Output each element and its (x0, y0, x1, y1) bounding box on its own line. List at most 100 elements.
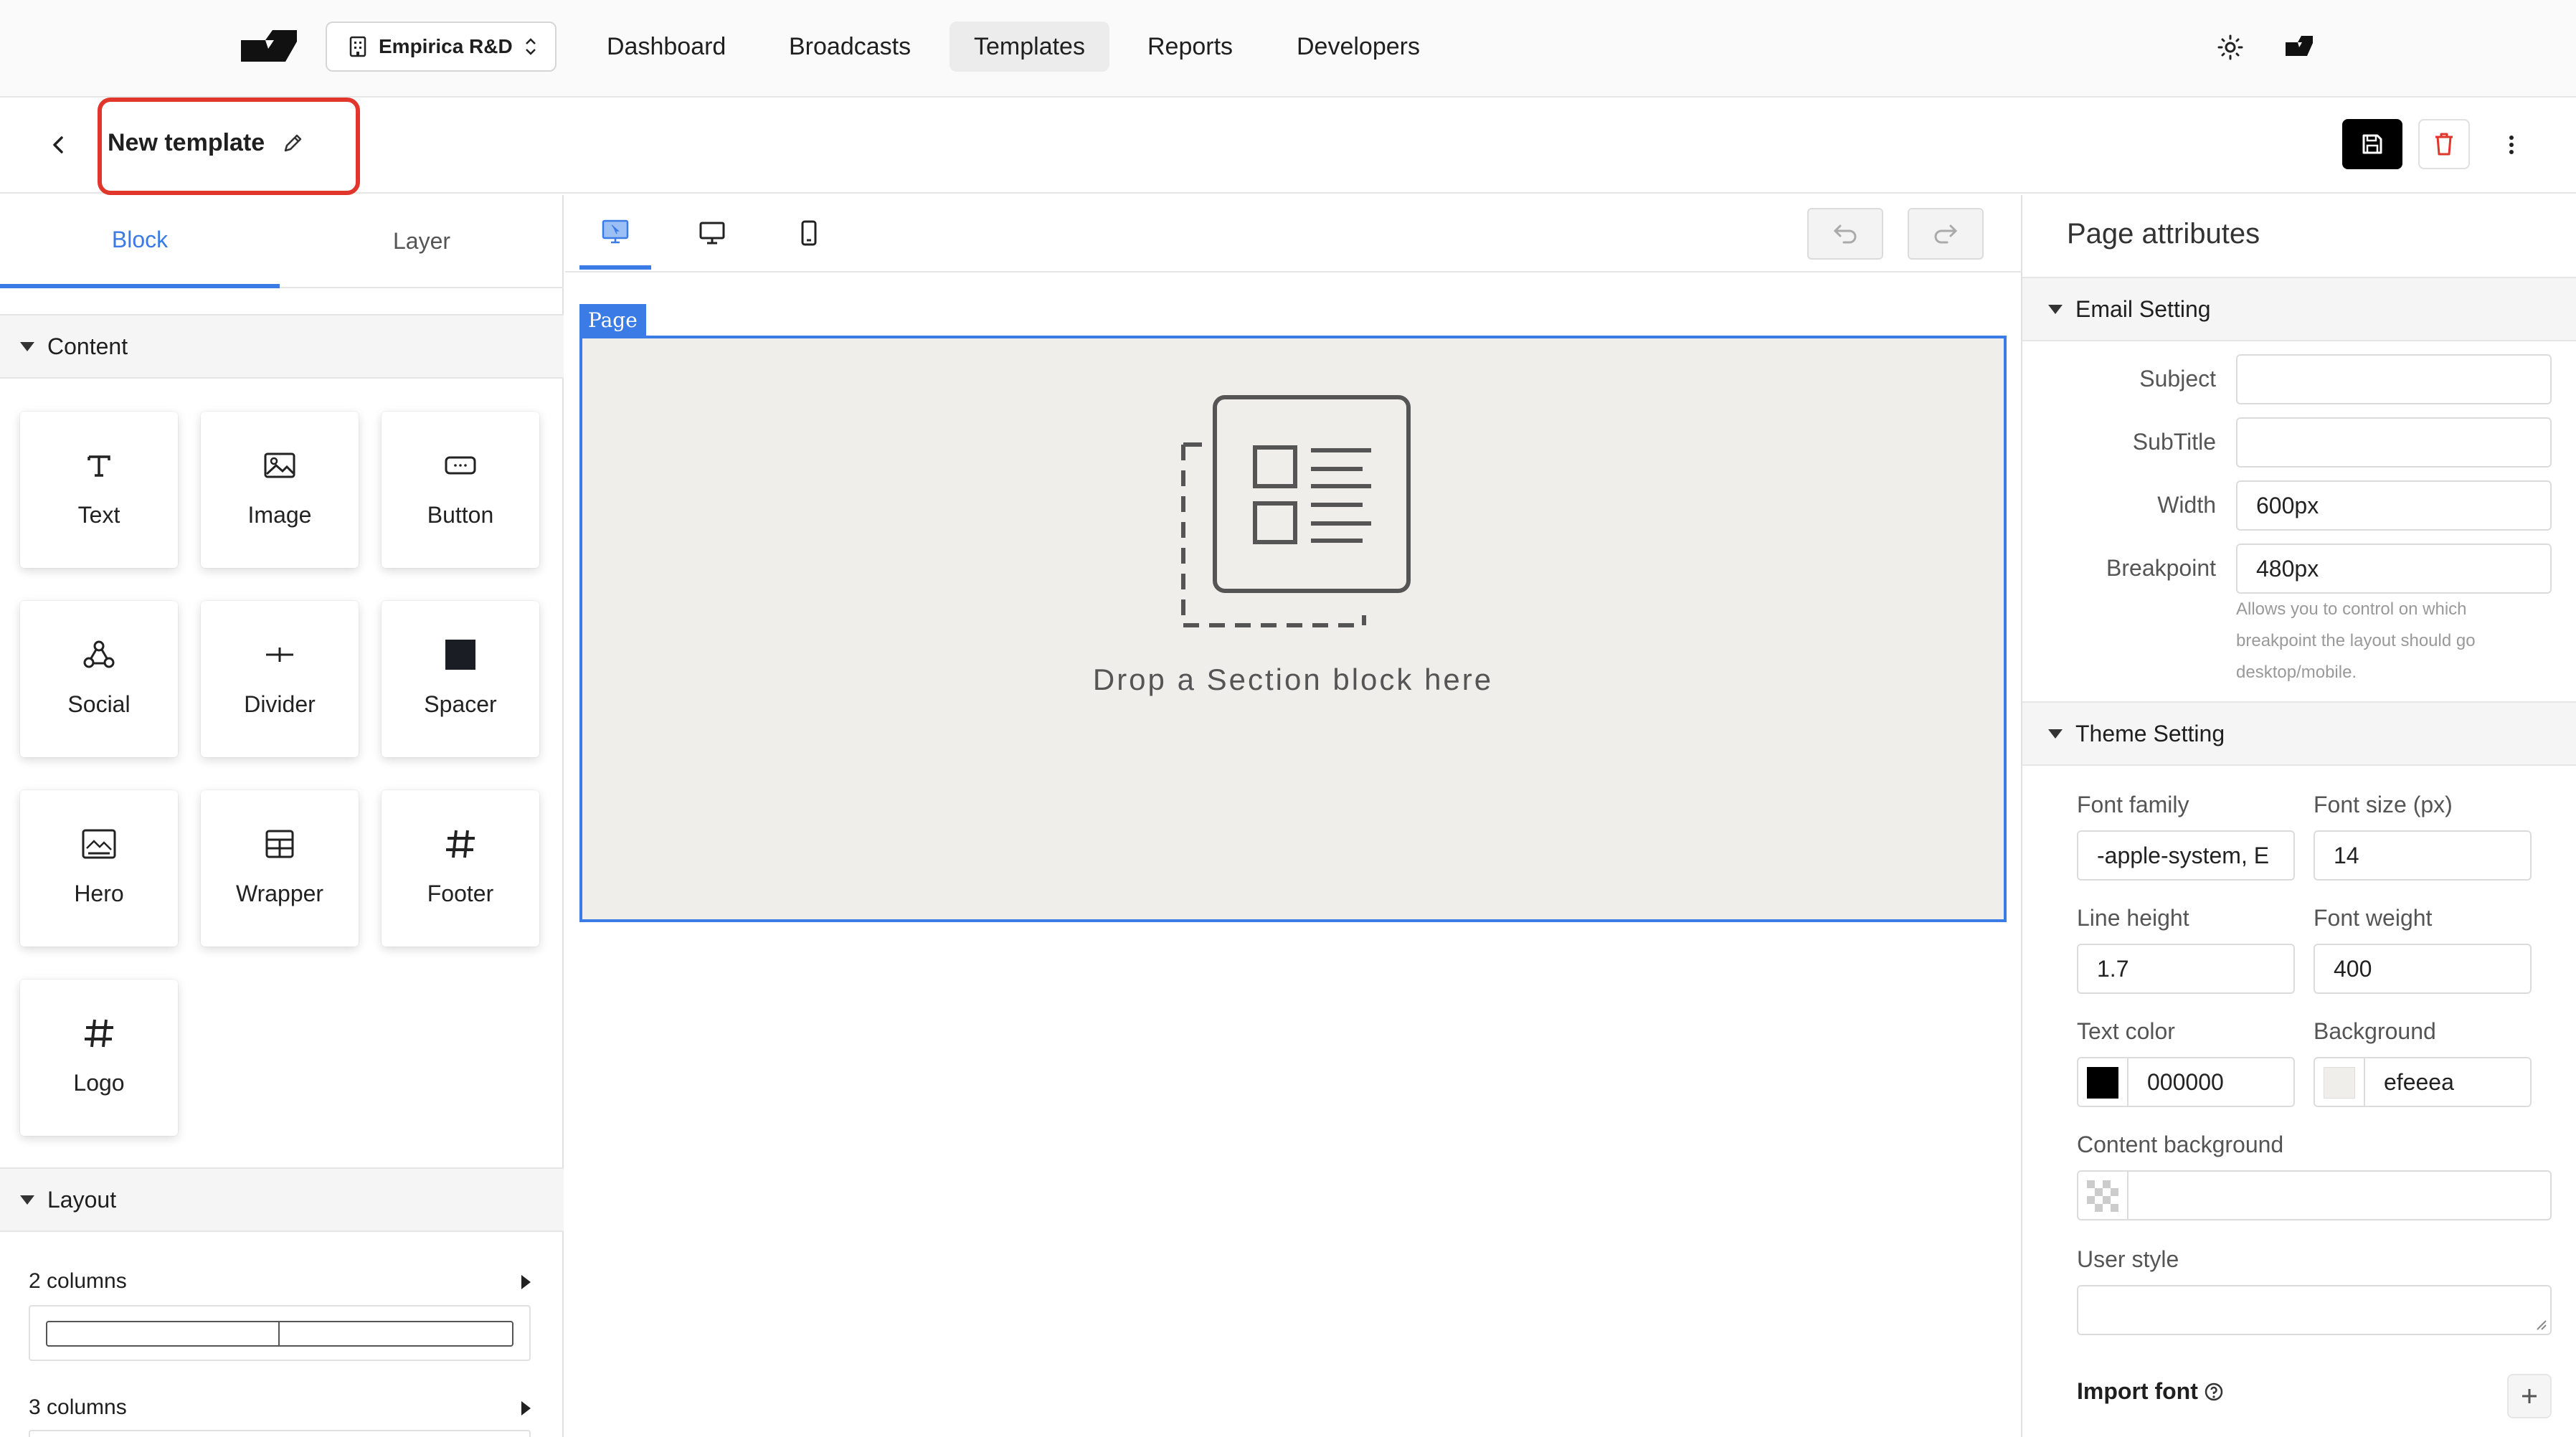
tab-block[interactable]: Block (0, 195, 280, 288)
nav-reports[interactable]: Reports (1123, 22, 1257, 72)
undo-icon (1833, 224, 1857, 244)
hero-icon (81, 826, 117, 862)
block-hero[interactable]: Hero (20, 790, 178, 947)
caret-down-icon (20, 1195, 34, 1205)
block-label: Hero (74, 881, 124, 906)
layout-section-header[interactable]: Layout (0, 1167, 564, 1232)
more-vertical-icon[interactable] (2503, 131, 2520, 159)
block-label: Logo (73, 1070, 125, 1096)
line-height-label: Line height (2077, 905, 2189, 931)
hash-icon (442, 826, 478, 862)
section-placeholder-icon (1181, 395, 1411, 627)
layout-3-columns[interactable]: 3 columns (29, 1395, 531, 1424)
breakpoint-label: Breakpoint (2106, 555, 2216, 581)
hint-line: breakpoint the layout should go (2236, 631, 2476, 650)
width-input[interactable]: 600px (2236, 480, 2552, 531)
subject-input[interactable] (2236, 354, 2552, 404)
hash-icon (81, 1015, 117, 1051)
add-font-button[interactable] (2507, 1374, 2552, 1418)
layout-label: 2 columns (29, 1269, 127, 1293)
block-button[interactable]: Button (382, 412, 539, 568)
preview-bar (46, 1321, 513, 1347)
text-color-input[interactable]: 000000 (2077, 1057, 2295, 1107)
block-footer[interactable]: Footer (382, 790, 539, 947)
import-font-row: Import font (2077, 1378, 2224, 1405)
user-style-textarea[interactable] (2077, 1285, 2552, 1335)
mobile-icon (801, 220, 817, 246)
layout-label: 3 columns (29, 1395, 127, 1419)
caret-down-icon (2048, 729, 2063, 739)
background-color-input[interactable]: efeeea (2314, 1057, 2532, 1107)
tab-layer[interactable]: Layer (280, 195, 564, 288)
block-logo[interactable]: Logo (20, 980, 178, 1136)
block-wrapper[interactable]: Wrapper (201, 790, 359, 947)
content-section-header[interactable]: Content (0, 314, 564, 379)
font-weight-label: Font weight (2314, 905, 2433, 931)
caret-down-icon (2048, 304, 2063, 314)
redo-button[interactable] (1908, 208, 1984, 260)
hint-line: desktop/mobile. (2236, 663, 2357, 682)
sun-icon[interactable] (2216, 33, 2245, 62)
import-font-label: Import font (2077, 1378, 2198, 1404)
layout-section-label: Layout (47, 1186, 117, 1213)
font-size-input[interactable]: 14 (2314, 830, 2532, 881)
theme-setting-header[interactable]: Theme Setting (2022, 701, 2576, 766)
pencil-icon[interactable] (280, 131, 306, 156)
nav-dashboard[interactable]: Dashboard (582, 22, 750, 72)
content-background-input[interactable] (2077, 1170, 2552, 1220)
editor-header (0, 98, 2576, 194)
undo-button[interactable] (1807, 208, 1883, 260)
panel-title: Page attributes (2067, 218, 2260, 250)
help-circle-icon[interactable] (2204, 1382, 2224, 1402)
brand-mark-icon[interactable] (2283, 33, 2315, 59)
font-size-label: Font size (px) (2314, 792, 2453, 817)
email-setting-header[interactable]: Email Setting (2022, 277, 2576, 341)
layout-3-columns-preview[interactable] (29, 1430, 531, 1437)
content-background-label: Content background (2077, 1132, 2284, 1157)
redo-icon (1934, 224, 1958, 244)
block-label: Button (427, 502, 494, 528)
org-name: Empirica R&D (379, 35, 513, 57)
nav-templates[interactable]: Templates (950, 22, 1109, 72)
nav-broadcasts[interactable]: Broadcasts (764, 22, 935, 72)
block-label: Wrapper (235, 881, 324, 906)
spacer-icon (442, 637, 478, 673)
transparent-swatch-icon (2087, 1180, 2118, 1212)
text-color-value: 000000 (2147, 1068, 2224, 1095)
building-icon (349, 36, 366, 57)
subject-label: Subject (2139, 366, 2216, 392)
font-weight-input[interactable]: 400 (2314, 944, 2532, 994)
edit-mode-tab[interactable] (579, 198, 651, 270)
background-value: efeeea (2384, 1068, 2454, 1095)
mobile-mode-tab[interactable] (782, 201, 836, 265)
brand-logo-icon[interactable] (237, 24, 301, 67)
button-icon (442, 447, 478, 483)
background-swatch (2324, 1067, 2355, 1099)
save-button[interactable] (2342, 119, 2402, 169)
layout-2-columns-preview[interactable] (29, 1305, 531, 1361)
text-color-swatch-cell[interactable] (2078, 1058, 2128, 1106)
delete-button[interactable] (2418, 119, 2470, 169)
block-social[interactable]: Social (20, 601, 178, 757)
desktop-mode-tab[interactable] (681, 201, 743, 265)
org-switcher[interactable]: Empirica R&D (326, 22, 557, 72)
block-image[interactable]: Image (201, 412, 359, 568)
social-icon (81, 637, 117, 673)
width-label: Width (2157, 492, 2216, 518)
background-swatch-cell[interactable] (2315, 1058, 2365, 1106)
content-bg-swatch-cell[interactable] (2078, 1172, 2128, 1219)
nav-developers[interactable]: Developers (1272, 22, 1444, 72)
template-title[interactable]: New template (108, 129, 265, 157)
block-text[interactable]: Text (20, 412, 178, 568)
breakpoint-input[interactable]: 480px (2236, 544, 2552, 594)
resize-handle-icon[interactable] (2534, 1318, 2547, 1331)
font-family-input[interactable]: -apple-system, E (2077, 830, 2295, 881)
wrapper-icon (262, 826, 298, 862)
block-spacer[interactable]: Spacer (382, 601, 539, 757)
layout-2-columns[interactable]: 2 columns (29, 1269, 531, 1298)
block-divider[interactable]: Divider (201, 601, 359, 757)
line-height-input[interactable]: 1.7 (2077, 944, 2295, 994)
back-arrow-icon[interactable] (44, 129, 73, 161)
save-icon (2362, 134, 2382, 154)
subtitle-input[interactable] (2236, 417, 2552, 468)
